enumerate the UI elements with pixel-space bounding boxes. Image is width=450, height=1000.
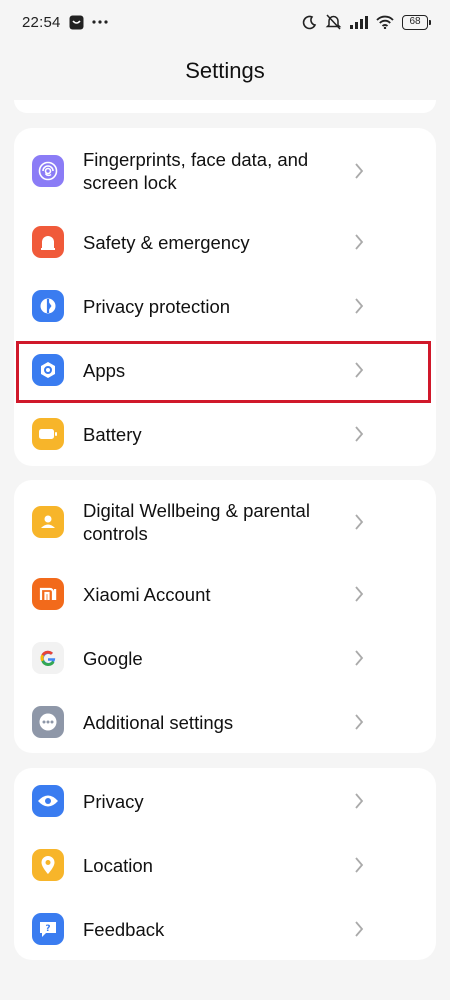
chevron-right-icon: [355, 298, 364, 314]
chevron-right-icon: [355, 234, 364, 250]
settings-item-xiaomi-account[interactable]: Xiaomi Account: [14, 574, 436, 614]
settings-item-privacy[interactable]: Privacy: [14, 781, 436, 821]
chevron-right-icon: [355, 793, 364, 809]
settings-item-label: Safety & emergency: [83, 231, 250, 253]
settings-item-fingerprints[interactable]: Fingerprints, face data, and screen lock: [14, 145, 436, 197]
settings-item-label: Battery: [83, 423, 142, 445]
page-title: Settings: [185, 58, 265, 83]
battery-indicator: 68: [402, 14, 431, 30]
settings-item-label: Location: [83, 854, 153, 876]
google-logo-icon: [32, 642, 64, 674]
muted-bell-icon: [325, 14, 342, 30]
xiaomi-logo-icon: [32, 578, 64, 610]
svg-text:?: ?: [45, 924, 50, 934]
settings-item-apps[interactable]: Apps: [14, 350, 436, 390]
previous-card-edge: [14, 100, 436, 113]
more-dots-icon: [32, 706, 64, 738]
battery-icon: [32, 418, 64, 450]
settings-item-label: Additional settings: [83, 711, 234, 733]
eye-icon: [32, 785, 64, 817]
feedback-icon: ?: [32, 913, 64, 945]
settings-item-label: Apps: [83, 359, 126, 381]
chevron-right-icon: [355, 586, 364, 602]
settings-item-battery[interactable]: Battery: [14, 414, 436, 454]
settings-group-3: Privacy Location ? Feedback: [14, 768, 436, 960]
wifi-icon: [376, 15, 394, 29]
chevron-right-icon: [355, 163, 364, 179]
settings-item-digital-wellbeing[interactable]: Digital Wellbeing & parental controls: [14, 497, 436, 547]
moon-icon: [302, 15, 317, 30]
signal-icon: [350, 15, 368, 29]
status-right: 68: [302, 14, 431, 30]
settings-group-2: Digital Wellbeing & parental controls Xi…: [14, 480, 436, 753]
chevron-right-icon: [355, 426, 364, 442]
chevron-right-icon: [355, 362, 364, 378]
location-pin-icon: [32, 849, 64, 881]
chevron-right-icon: [355, 921, 364, 937]
chevron-right-icon: [355, 714, 364, 730]
settings-item-label: Fingerprints, face data, and screen lock: [83, 149, 309, 193]
settings-item-label: Google: [83, 647, 143, 669]
notification-app-icon: [69, 15, 84, 30]
settings-item-additional[interactable]: Additional settings: [14, 702, 436, 742]
settings-item-label: Privacy protection: [83, 295, 231, 317]
settings-group-1: Fingerprints, face data, and screen lock…: [14, 128, 436, 466]
privacy-shield-icon: [32, 290, 64, 322]
settings-item-privacy-protection[interactable]: Privacy protection: [14, 286, 436, 326]
settings-item-label: Feedback: [83, 918, 165, 940]
settings-item-location[interactable]: Location: [14, 845, 436, 885]
emergency-bell-icon: [32, 226, 64, 258]
status-time: 22:54: [22, 13, 61, 31]
settings-item-feedback[interactable]: ? Feedback: [14, 909, 436, 949]
settings-item-label: Digital Wellbeing & parental controls: [83, 500, 310, 544]
status-left: 22:54: [22, 14, 108, 31]
status-bar: 22:54 68: [0, 0, 450, 44]
settings-item-safety[interactable]: Safety & emergency: [14, 222, 436, 262]
apps-hexagon-icon: [32, 354, 64, 386]
settings-item-google[interactable]: Google: [14, 638, 436, 678]
settings-item-label: Privacy: [83, 790, 144, 812]
chevron-right-icon: [355, 857, 364, 873]
chevron-right-icon: [355, 514, 364, 530]
chevron-right-icon: [355, 650, 364, 666]
more-notifications-icon: [91, 20, 108, 24]
fingerprint-icon: [32, 155, 64, 187]
settings-item-label: Xiaomi Account: [83, 583, 211, 605]
wellbeing-icon: [32, 506, 64, 538]
